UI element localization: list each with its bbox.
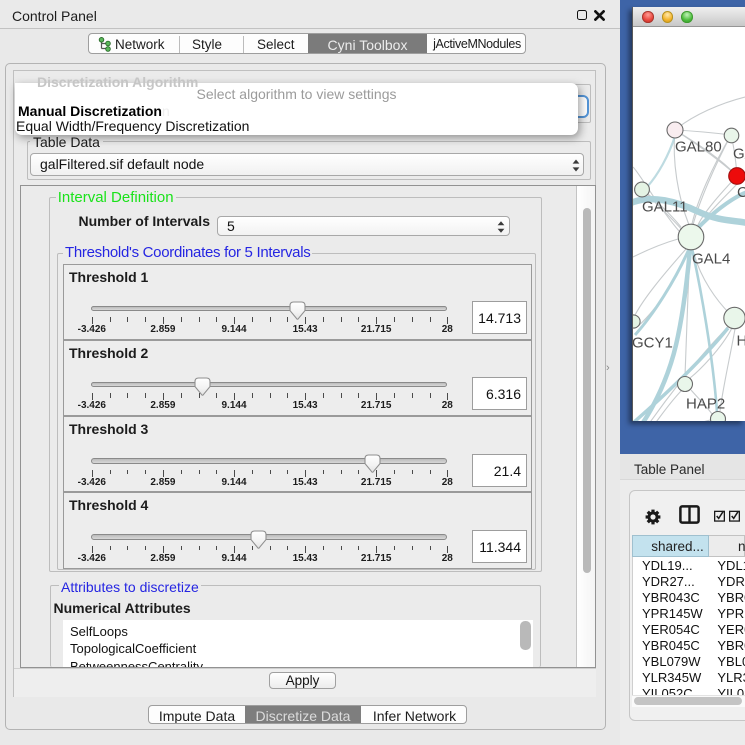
svg-text:GA: GA: [733, 146, 745, 163]
svg-text:GAL80: GAL80: [675, 139, 722, 156]
svg-text:GAL4: GAL4: [692, 251, 730, 268]
svg-text:GCY1: GCY1: [633, 335, 673, 352]
svg-text:GAL11: GAL11: [642, 199, 688, 216]
svg-text:H: H: [736, 333, 745, 350]
svg-text:C: C: [737, 184, 745, 201]
svg-text:HAP2: HAP2: [686, 396, 725, 413]
